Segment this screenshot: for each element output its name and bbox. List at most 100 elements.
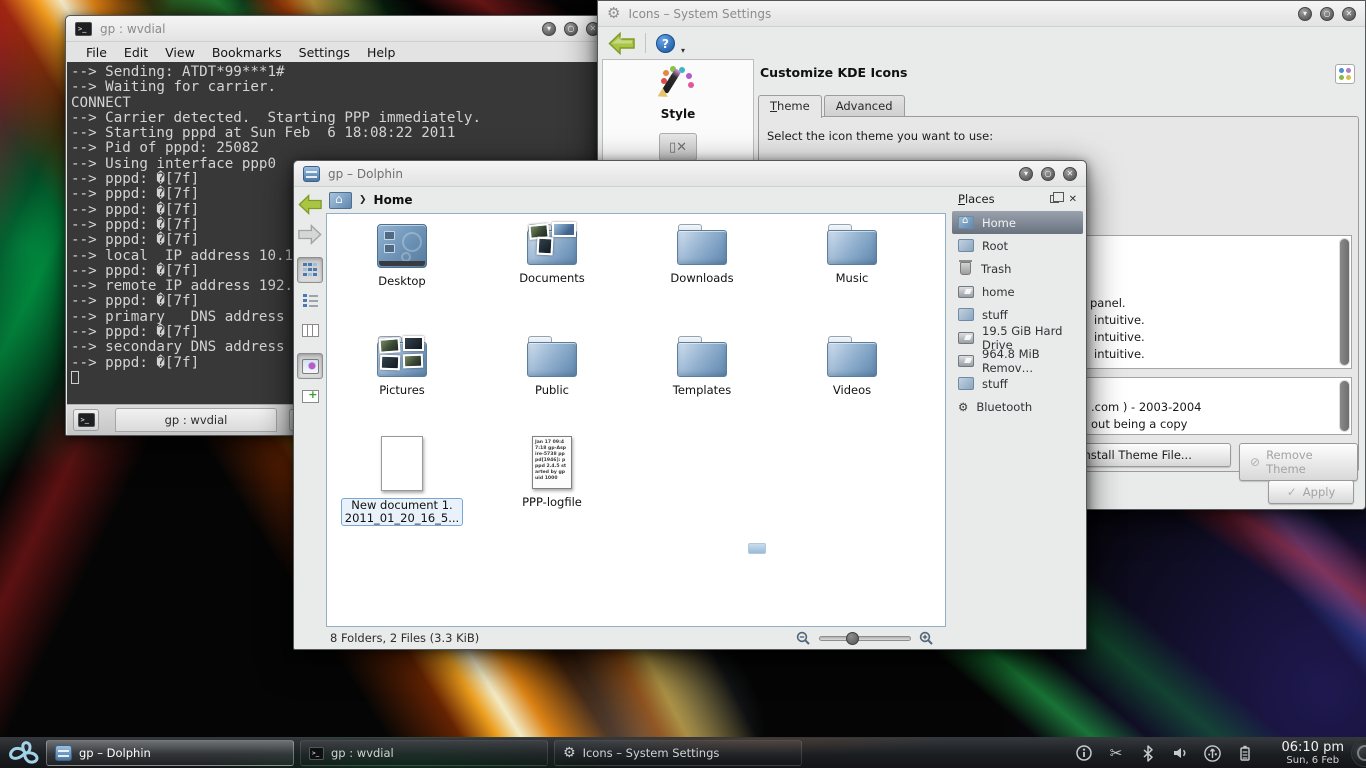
dolphin-statusbar: 8 Folders, 2 Files (3.3 KiB) [326,627,946,649]
back-button[interactable] [297,191,323,217]
taskbar-task-gp-dolphin[interactable]: gp – Dolphin [46,740,294,766]
maximize-icon[interactable]: ○ [1320,7,1334,21]
menu-help[interactable]: Help [367,45,396,60]
taskbar-task-icons-system-settings[interactable]: ⚙Icons – System Settings [554,740,802,766]
home-icon [958,216,974,229]
zoom-slider[interactable] [819,636,911,641]
places-item-trash[interactable]: Trash [952,257,1083,280]
file-item-music[interactable]: Music [777,224,927,336]
file-item-templates[interactable]: Templates [627,336,777,436]
device-notifier-usb-icon[interactable] [1202,743,1222,763]
remove-theme-button[interactable]: ⊘Remove Theme [1239,443,1358,481]
theme-list-text: intuitive. [1094,313,1145,327]
desktop-icon [377,224,427,268]
apply-button[interactable]: ✓Apply [1268,480,1354,504]
file-item-videos[interactable]: Videos [777,336,927,436]
file-item-label: New document 1.2011_01_20_16_5... [341,498,463,526]
columns-view-button[interactable] [297,317,323,343]
file-item-downloads[interactable]: Downloads [627,224,777,336]
help-icon[interactable]: ? [656,34,675,53]
file-item-label: PPP-logfile [522,496,582,509]
file-item-ppp-logfile[interactable]: Jan 17 09:47:18 gp-Aspire-5738 pppd[1946… [477,436,627,526]
folder-view[interactable]: DesktopDocumentsDownloadsMusic Pictures Pu… [326,213,946,627]
places-item-home[interactable]: Home [952,211,1083,234]
scrollbar[interactable] [1339,380,1350,432]
folder-icon [827,336,877,377]
info-tray-icon[interactable] [1074,743,1094,763]
hardware-icon[interactable]: ▯✕ [659,133,697,161]
terminal-line: --> Waiting for carrier. [71,80,604,95]
split-view-button[interactable] [297,383,323,409]
maximize-icon[interactable]: ○ [564,22,578,36]
forward-button[interactable] [297,221,323,247]
new-tab-button[interactable]: >_ [73,409,99,431]
close-icon[interactable]: ✕ [1342,7,1356,21]
file-item-new-document-1-2011-01-20-16-5[interactable]: New document 1.2011_01_20_16_5... [327,436,477,526]
desktop: >_ gp : wvdial ▾ ○ ✕ File Edit View Bookmar… [0,0,1366,768]
battery-icon[interactable] [1234,743,1254,763]
places-item-964-8-mib-remov[interactable]: 964.8 MiB Remov… [952,349,1083,372]
maximize-icon[interactable]: ○ [1041,167,1055,181]
places-item-bluetooth[interactable]: ⚙Bluetooth [952,395,1083,418]
places-panel: Places ✕ HomeRootTrashhomestuff19.5 GiB … [952,187,1083,646]
file-item-desktop[interactable]: Desktop [327,224,477,336]
drive-icon [958,286,974,298]
panel-cashew-icon[interactable] [1351,739,1366,767]
sidebar-item-style[interactable]: Style [659,66,697,121]
preview-button[interactable] [297,353,323,379]
places-item-root[interactable]: Root [952,234,1083,257]
icons-view-button[interactable] [297,257,323,283]
clock[interactable]: 06:10 pm Sun, 6 Feb [1281,740,1344,766]
toolbar-separator [645,33,646,53]
zoom-slider-handle[interactable] [846,632,859,645]
places-item-label: stuff [982,377,1008,391]
menu-file[interactable]: File [86,45,107,60]
zoom-out-icon[interactable] [796,631,811,646]
breadcrumb-home[interactable]: Home [374,193,413,207]
task-list: gp – Dolphin>_gp : wvdial⚙Icons – System… [46,740,802,766]
menu-view[interactable]: View [165,45,195,60]
float-panel-icon[interactable] [1050,195,1059,203]
style-icon [659,66,697,102]
close-panel-icon[interactable]: ✕ [1069,194,1077,205]
minimize-icon[interactable]: ▾ [1298,7,1312,21]
close-icon[interactable]: ✕ [1063,167,1077,181]
menu-edit[interactable]: Edit [124,45,148,60]
file-item-public[interactable]: Public [477,336,627,436]
blank-document-icon [381,436,423,491]
klipper-scissors-icon[interactable]: ✂ [1106,743,1126,763]
zoom-in-icon[interactable] [919,631,934,646]
dolphin-titlebar[interactable]: gp – Dolphin ▾ ○ ✕ [294,161,1086,187]
icons-view-icon [303,263,318,277]
folder-icon [958,377,974,390]
bluetooth-icon[interactable] [1138,743,1158,763]
dolphin-window[interactable]: gp – Dolphin ▾ ○ ✕ ❯ Home [293,160,1087,650]
places-item-stuff[interactable]: stuff [952,372,1083,395]
file-item-documents[interactable]: Documents [477,224,627,336]
file-item-pictures[interactable]: Pictures [327,336,477,436]
details-view-button[interactable] [297,287,323,313]
clock-date: Sun, 6 Feb [1281,755,1344,766]
launcher-logo[interactable] [4,739,46,768]
scrollbar[interactable] [1339,238,1350,366]
terminal-tab[interactable]: gp : wvdial [115,408,277,432]
back-icon[interactable] [608,32,635,55]
places-item-label: Root [982,239,1008,253]
file-item-label: Public [535,384,569,397]
system-settings-toolbar: ? ▾ [598,27,1365,59]
taskbar-task-gp-wvdial[interactable]: >_gp : wvdial [300,740,548,766]
minimize-icon[interactable]: ▾ [542,22,556,36]
tab-advanced[interactable]: Advanced [824,95,905,118]
menu-bookmarks[interactable]: Bookmarks [212,45,282,60]
system-settings-titlebar[interactable]: ⚙ Icons – System Settings ▾ ○ ✕ [598,1,1365,27]
minimize-icon[interactable]: ▾ [1019,167,1033,181]
volume-icon[interactable] [1170,743,1190,763]
menu-settings[interactable]: Settings [299,45,350,60]
places-item-home[interactable]: home [952,280,1083,303]
places-item-label: stuff [982,308,1008,322]
chevron-down-icon[interactable]: ▾ [681,46,685,59]
home-folder-icon[interactable] [329,192,352,209]
terminal-titlebar[interactable]: >_ gp : wvdial ▾ ○ ✕ [66,16,609,42]
select-theme-label: Select the icon theme you want to use: [767,129,993,143]
tab-theme[interactable]: Theme [758,95,822,118]
